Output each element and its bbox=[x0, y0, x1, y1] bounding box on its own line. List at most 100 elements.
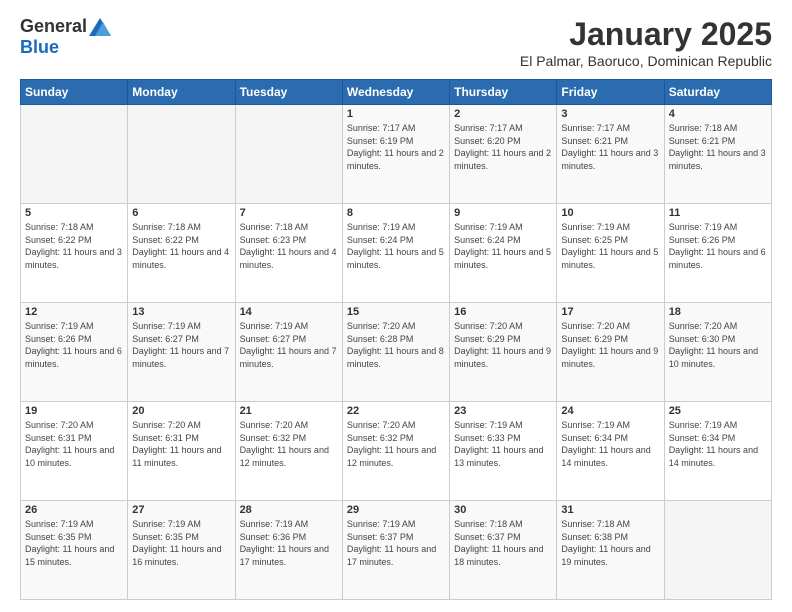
weekday-header-wednesday: Wednesday bbox=[342, 80, 449, 105]
weekday-header-saturday: Saturday bbox=[664, 80, 771, 105]
day-info: Sunrise: 7:20 AM Sunset: 6:28 PM Dayligh… bbox=[347, 320, 445, 370]
day-info: Sunrise: 7:19 AM Sunset: 6:27 PM Dayligh… bbox=[132, 320, 230, 370]
day-info: Sunrise: 7:20 AM Sunset: 6:30 PM Dayligh… bbox=[669, 320, 767, 370]
day-number: 12 bbox=[25, 306, 123, 318]
day-number: 18 bbox=[669, 306, 767, 318]
day-info: Sunrise: 7:19 AM Sunset: 6:26 PM Dayligh… bbox=[25, 320, 123, 370]
day-info: Sunrise: 7:20 AM Sunset: 6:32 PM Dayligh… bbox=[347, 419, 445, 469]
day-number: 25 bbox=[669, 405, 767, 417]
day-number: 24 bbox=[561, 405, 659, 417]
calendar-cell: 14 Sunrise: 7:19 AM Sunset: 6:27 PM Dayli… bbox=[235, 303, 342, 402]
logo-general-text: General bbox=[20, 16, 87, 37]
day-info: Sunrise: 7:19 AM Sunset: 6:35 PM Dayligh… bbox=[25, 518, 123, 568]
calendar-cell: 5 Sunrise: 7:18 AM Sunset: 6:22 PM Daylig… bbox=[21, 204, 128, 303]
calendar-cell: 17Sunrise: 7:20 AM Sunset: 6:29 PM Dayli… bbox=[557, 303, 664, 402]
calendar-cell: 3 Sunrise: 7:17 AM Sunset: 6:21 PM Daylig… bbox=[557, 105, 664, 204]
calendar-cell: 18 Sunrise: 7:20 AM Sunset: 6:30 PM Dayli… bbox=[664, 303, 771, 402]
day-info: Sunrise: 7:19 AM Sunset: 6:24 PM Dayligh… bbox=[347, 221, 445, 271]
calendar-cell: 6 Sunrise: 7:18 AM Sunset: 6:22 PM Daylig… bbox=[128, 204, 235, 303]
day-info: Sunrise: 7:19 AM Sunset: 6:37 PM Dayligh… bbox=[347, 518, 445, 568]
month-title: January 2025 bbox=[520, 16, 772, 53]
calendar-cell: 8 Sunrise: 7:19 AM Sunset: 6:24 PM Daylig… bbox=[342, 204, 449, 303]
calendar-week-row: 5 Sunrise: 7:18 AM Sunset: 6:22 PM Daylig… bbox=[21, 204, 772, 303]
day-number: 13 bbox=[132, 306, 230, 318]
day-info: Sunrise: 7:19 AM Sunset: 6:34 PM Dayligh… bbox=[669, 419, 767, 469]
day-number: 26 bbox=[25, 504, 123, 516]
day-number: 5 bbox=[25, 207, 123, 219]
day-number: 4 bbox=[669, 108, 767, 120]
day-info: Sunrise: 7:20 AM Sunset: 6:29 PM Dayligh… bbox=[454, 320, 552, 370]
calendar-cell: 31 Sunrise: 7:18 AM Sunset: 6:38 PM Dayli… bbox=[557, 501, 664, 600]
calendar-cell: 13 Sunrise: 7:19 AM Sunset: 6:27 PM Dayli… bbox=[128, 303, 235, 402]
calendar-cell: 23Sunrise: 7:19 AM Sunset: 6:33 PM Dayli… bbox=[450, 402, 557, 501]
day-info: Sunrise: 7:17 AM Sunset: 6:19 PM Dayligh… bbox=[347, 122, 445, 172]
day-number: 3 bbox=[561, 108, 659, 120]
day-number: 7 bbox=[240, 207, 338, 219]
day-number: 29 bbox=[347, 504, 445, 516]
day-number: 14 bbox=[240, 306, 338, 318]
day-info: Sunrise: 7:17 AM Sunset: 6:20 PM Dayligh… bbox=[454, 122, 552, 172]
calendar-cell: 29 Sunrise: 7:19 AM Sunset: 6:37 PM Dayli… bbox=[342, 501, 449, 600]
day-number: 21 bbox=[240, 405, 338, 417]
logo-icon bbox=[89, 18, 111, 36]
calendar-cell: 11Sunrise: 7:19 AM Sunset: 6:26 PM Dayli… bbox=[664, 204, 771, 303]
day-info: Sunrise: 7:18 AM Sunset: 6:22 PM Dayligh… bbox=[132, 221, 230, 271]
day-info: Sunrise: 7:18 AM Sunset: 6:22 PM Dayligh… bbox=[25, 221, 123, 271]
calendar-week-row: 19Sunrise: 7:20 AM Sunset: 6:31 PM Dayli… bbox=[21, 402, 772, 501]
day-number: 15 bbox=[347, 306, 445, 318]
calendar-cell: 19Sunrise: 7:20 AM Sunset: 6:31 PM Dayli… bbox=[21, 402, 128, 501]
calendar-cell: 1 Sunrise: 7:17 AM Sunset: 6:19 PM Daylig… bbox=[342, 105, 449, 204]
day-info: Sunrise: 7:20 AM Sunset: 6:31 PM Dayligh… bbox=[132, 419, 230, 469]
calendar-week-row: 12 Sunrise: 7:19 AM Sunset: 6:26 PM Dayli… bbox=[21, 303, 772, 402]
weekday-header-sunday: Sunday bbox=[21, 80, 128, 105]
day-info: Sunrise: 7:19 AM Sunset: 6:36 PM Dayligh… bbox=[240, 518, 338, 568]
calendar-week-row: 26 Sunrise: 7:19 AM Sunset: 6:35 PM Dayli… bbox=[21, 501, 772, 600]
day-number: 8 bbox=[347, 207, 445, 219]
weekday-header-row: SundayMondayTuesdayWednesdayThursdayFrid… bbox=[21, 80, 772, 105]
calendar-cell: 10 Sunrise: 7:19 AM Sunset: 6:25 PM Dayli… bbox=[557, 204, 664, 303]
day-number: 2 bbox=[454, 108, 552, 120]
day-info: Sunrise: 7:19 AM Sunset: 6:26 PM Dayligh… bbox=[669, 221, 767, 271]
logo-blue-text: Blue bbox=[20, 37, 59, 57]
calendar-cell: 24Sunrise: 7:19 AM Sunset: 6:34 PM Dayli… bbox=[557, 402, 664, 501]
day-info: Sunrise: 7:20 AM Sunset: 6:32 PM Dayligh… bbox=[240, 419, 338, 469]
calendar-cell: 28 Sunrise: 7:19 AM Sunset: 6:36 PM Dayli… bbox=[235, 501, 342, 600]
day-number: 10 bbox=[561, 207, 659, 219]
day-number: 31 bbox=[561, 504, 659, 516]
day-info: Sunrise: 7:18 AM Sunset: 6:38 PM Dayligh… bbox=[561, 518, 659, 568]
calendar-cell: 26 Sunrise: 7:19 AM Sunset: 6:35 PM Dayli… bbox=[21, 501, 128, 600]
day-number: 20 bbox=[132, 405, 230, 417]
day-number: 28 bbox=[240, 504, 338, 516]
calendar-cell: 12 Sunrise: 7:19 AM Sunset: 6:26 PM Dayli… bbox=[21, 303, 128, 402]
day-info: Sunrise: 7:18 AM Sunset: 6:21 PM Dayligh… bbox=[669, 122, 767, 172]
calendar-cell: 27 Sunrise: 7:19 AM Sunset: 6:35 PM Dayli… bbox=[128, 501, 235, 600]
day-info: Sunrise: 7:18 AM Sunset: 6:37 PM Dayligh… bbox=[454, 518, 552, 568]
weekday-header-monday: Monday bbox=[128, 80, 235, 105]
calendar-cell bbox=[128, 105, 235, 204]
day-info: Sunrise: 7:19 AM Sunset: 6:35 PM Dayligh… bbox=[132, 518, 230, 568]
day-info: Sunrise: 7:20 AM Sunset: 6:31 PM Dayligh… bbox=[25, 419, 123, 469]
day-number: 17 bbox=[561, 306, 659, 318]
day-number: 27 bbox=[132, 504, 230, 516]
day-number: 23 bbox=[454, 405, 552, 417]
calendar-cell: 4 Sunrise: 7:18 AM Sunset: 6:21 PM Daylig… bbox=[664, 105, 771, 204]
calendar: SundayMondayTuesdayWednesdayThursdayFrid… bbox=[20, 79, 772, 600]
day-info: Sunrise: 7:18 AM Sunset: 6:23 PM Dayligh… bbox=[240, 221, 338, 271]
day-info: Sunrise: 7:17 AM Sunset: 6:21 PM Dayligh… bbox=[561, 122, 659, 172]
weekday-header-tuesday: Tuesday bbox=[235, 80, 342, 105]
calendar-cell: 16 Sunrise: 7:20 AM Sunset: 6:29 PM Dayli… bbox=[450, 303, 557, 402]
calendar-cell: 21 Sunrise: 7:20 AM Sunset: 6:32 PM Dayli… bbox=[235, 402, 342, 501]
calendar-cell bbox=[664, 501, 771, 600]
day-info: Sunrise: 7:19 AM Sunset: 6:25 PM Dayligh… bbox=[561, 221, 659, 271]
calendar-cell: 20 Sunrise: 7:20 AM Sunset: 6:31 PM Dayli… bbox=[128, 402, 235, 501]
calendar-cell: 30Sunrise: 7:18 AM Sunset: 6:37 PM Dayli… bbox=[450, 501, 557, 600]
weekday-header-friday: Friday bbox=[557, 80, 664, 105]
day-number: 6 bbox=[132, 207, 230, 219]
day-number: 1 bbox=[347, 108, 445, 120]
day-number: 16 bbox=[454, 306, 552, 318]
subtitle: El Palmar, Baoruco, Dominican Republic bbox=[520, 53, 772, 69]
day-number: 22 bbox=[347, 405, 445, 417]
calendar-week-row: 1 Sunrise: 7:17 AM Sunset: 6:19 PM Daylig… bbox=[21, 105, 772, 204]
day-info: Sunrise: 7:19 AM Sunset: 6:27 PM Dayligh… bbox=[240, 320, 338, 370]
day-info: Sunrise: 7:19 AM Sunset: 6:24 PM Dayligh… bbox=[454, 221, 552, 271]
